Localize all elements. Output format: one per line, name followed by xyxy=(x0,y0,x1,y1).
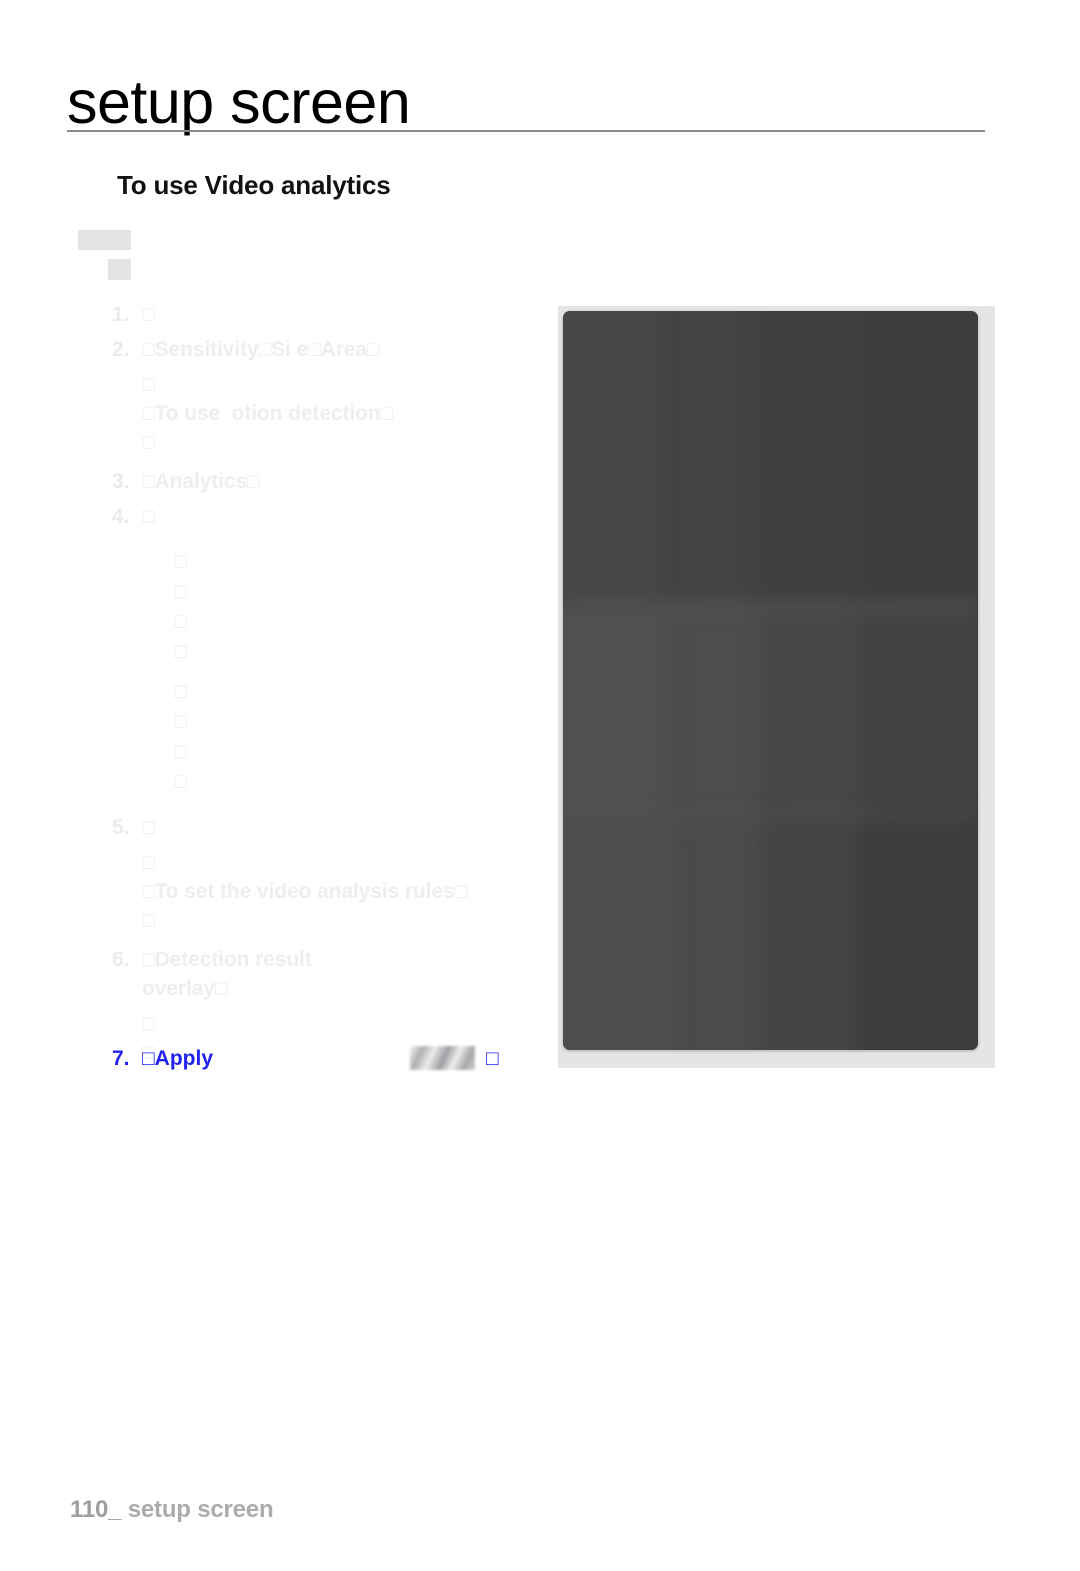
step-text: □ xyxy=(142,816,155,839)
step-number: 6. xyxy=(112,948,130,971)
step-body: □Sensitivity□Si e□Area□ xyxy=(142,335,542,364)
step-number: 2. xyxy=(112,338,130,361)
step-text: □Detection result xyxy=(142,948,312,971)
page-footer: 110_ setup screen xyxy=(70,1496,274,1524)
step-text: □ xyxy=(142,505,155,528)
list-item-bullet: □ xyxy=(174,740,187,763)
step-number: 4. xyxy=(112,505,130,528)
screenshot-region xyxy=(563,813,688,1050)
screenshot-region xyxy=(670,606,771,829)
step-text: overlay□ xyxy=(142,977,228,1000)
screenshot-region xyxy=(861,311,978,607)
list-item-bullet: □ xyxy=(174,680,187,703)
list-item: 3. □Analytics□ xyxy=(112,467,542,496)
list-item-bullet: □ xyxy=(174,550,187,573)
step-sub-text: □ xyxy=(142,373,155,396)
screenshot-region xyxy=(762,813,871,1050)
list-item: 1. □ xyxy=(112,300,542,329)
apply-step-label: □Apply xyxy=(142,1047,214,1070)
list-item: 2. □Sensitivity□Si e□Area□ xyxy=(112,335,542,364)
step-body: □ xyxy=(142,813,542,842)
screenshot-region xyxy=(679,813,771,1050)
list-item-bullet: □ xyxy=(174,710,187,733)
list-item: 5. □ xyxy=(112,813,542,842)
ghost-placeholder-block-wide xyxy=(78,230,131,250)
ghost-placeholder-block-small xyxy=(108,259,131,280)
list-item-bullet: □ xyxy=(174,610,187,633)
step-body: □Analytics□ xyxy=(142,467,542,496)
step-number: 3. xyxy=(112,470,130,493)
inline-button-thumbnail xyxy=(410,1046,475,1070)
step-sub-text: □ xyxy=(142,431,155,454)
page-title: setup screen xyxy=(67,68,411,136)
step-sub-text: □To use otion detection□ xyxy=(142,402,394,425)
footer-page-number: 110_ xyxy=(70,1496,122,1523)
screenshot-region xyxy=(762,311,871,607)
section-heading: To use Video analytics xyxy=(117,170,391,200)
apply-step: 7. □Apply xyxy=(112,1044,542,1073)
screenshot-region xyxy=(563,311,671,607)
screenshot-region-seam xyxy=(563,806,978,821)
step-number: 1. xyxy=(112,303,130,326)
list-item-bullet: □ xyxy=(174,770,187,793)
screenshot-region xyxy=(762,606,871,829)
list-item-bullet: □ xyxy=(174,640,187,663)
step-number: 5. xyxy=(112,816,130,839)
screenshot-region xyxy=(662,311,771,607)
title-divider-rule xyxy=(67,130,985,132)
list-item: 6. □Detection result overlay□ xyxy=(112,945,542,1003)
list-item-bullet: □ xyxy=(174,580,187,603)
step-body: □ xyxy=(142,300,542,329)
apply-trailing-glyph: □ xyxy=(486,1047,499,1070)
footer-label: setup screen xyxy=(127,1496,274,1523)
video-analytics-setup-screenshot xyxy=(558,306,995,1068)
step-body: □ xyxy=(142,502,542,531)
screenshot-region xyxy=(861,813,978,1050)
screenshot-interior xyxy=(563,311,978,1050)
step-sub-text: □ xyxy=(142,909,155,932)
instruction-list: 1. □ 2. □Sensitivity□Si e□Area□ □ □To us… xyxy=(112,300,542,1067)
screenshot-region-seam xyxy=(563,599,978,614)
step-number: 7. xyxy=(112,1047,130,1070)
step-text: □Sensitivity□Si e□Area□ xyxy=(142,338,380,361)
list-item: 4. □ xyxy=(112,502,542,531)
step-sub-text: □To set the video analysis rules□ xyxy=(142,880,468,903)
screenshot-region xyxy=(861,606,978,829)
step-text: □ xyxy=(142,303,155,326)
step-sub-text: □ xyxy=(142,1012,155,1035)
step-body: □Detection result overlay□ xyxy=(142,945,542,1003)
step-sub-text: □ xyxy=(142,851,155,874)
screenshot-region xyxy=(563,606,680,829)
step-text: □Analytics□ xyxy=(142,470,260,493)
